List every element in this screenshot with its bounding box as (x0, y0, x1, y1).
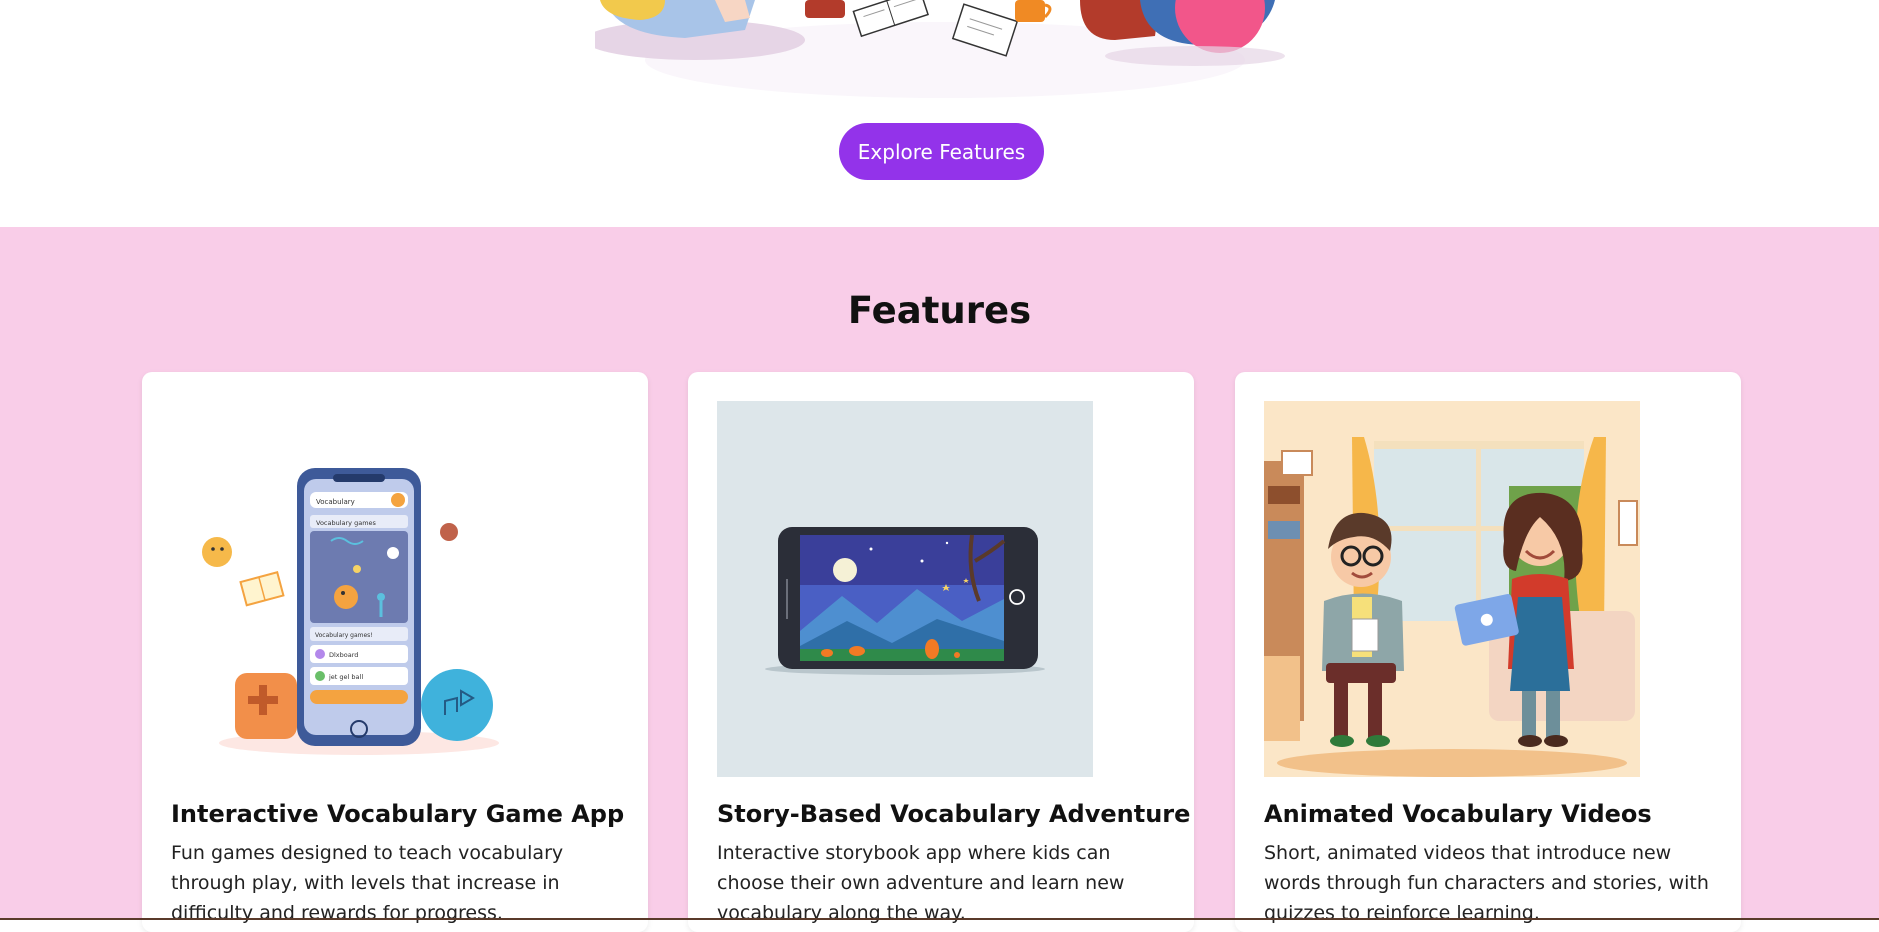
hero-section: Explore Features (0, 0, 1879, 227)
features-heading: Features (847, 289, 1032, 332)
phone-panel-title: Vocabulary games (316, 519, 377, 527)
feature-card-description: Interactive storybook app where kids can… (717, 842, 1125, 924)
feature-card-animated-videos[interactable]: Animated Vocabulary Videos Short, animat… (1235, 372, 1741, 932)
phone-list-item-2: jet gel ball (328, 673, 363, 681)
features-section: Features Vocabulary Vocabulary games Voc… (0, 227, 1879, 932)
feature-card-title: Animated Vocabulary Videos (1264, 800, 1652, 828)
feature-card-title: Interactive Vocabulary Game App (171, 800, 625, 828)
feature-card-description: Short, animated videos that introduce ne… (1264, 842, 1709, 924)
explore-features-button[interactable]: Explore Features (839, 123, 1044, 180)
hero-illustration (595, 0, 1285, 98)
animated-videos-illustration (1264, 401, 1640, 777)
feature-card-title: Story-Based Vocabulary Adventure (717, 800, 1191, 828)
phone-list-header: Vocabulary games! (315, 632, 373, 639)
game-app-illustration: Vocabulary Vocabulary games Vocabulary g… (171, 401, 547, 777)
feature-card-description: Fun games designed to teach vocabulary t… (171, 842, 564, 924)
phone-list-item-1: Dlxboard (329, 651, 358, 659)
feature-card-game-app[interactable]: Vocabulary Vocabulary games Vocabulary g… (142, 372, 648, 932)
story-adventure-illustration (717, 401, 1093, 777)
feature-card-story-adventure[interactable]: Story-Based Vocabulary Adventure Interac… (688, 372, 1194, 932)
phone-search-text: Vocabulary (316, 498, 355, 506)
